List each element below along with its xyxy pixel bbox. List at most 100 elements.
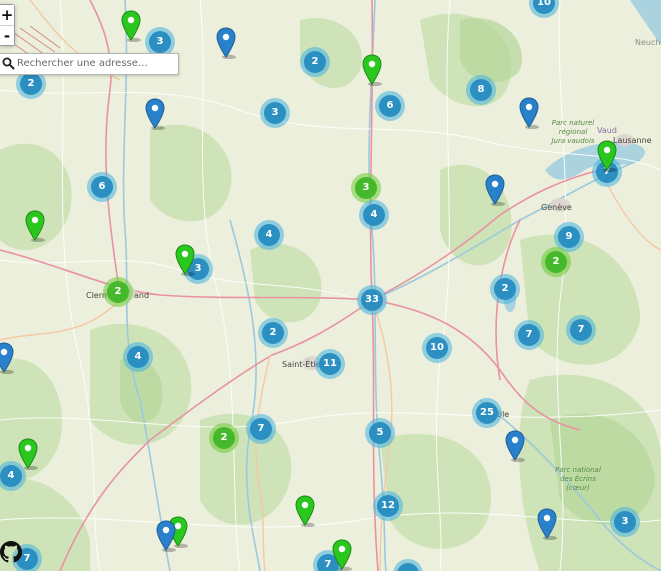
place-label-neuchatel: Neuchâ bbox=[635, 38, 661, 47]
map-pin-icon bbox=[25, 210, 45, 242]
map-pin-marker-green[interactable] bbox=[174, 244, 196, 276]
zoom-in-button[interactable]: + bbox=[0, 5, 14, 25]
zoom-control: + - bbox=[0, 4, 15, 46]
map-pin-icon bbox=[505, 430, 525, 462]
cluster-count: 9 bbox=[558, 226, 580, 248]
cluster-marker[interactable]: 3 bbox=[610, 507, 640, 537]
cluster-count: 8 bbox=[470, 79, 492, 101]
cluster-marker[interactable]: 12 bbox=[373, 491, 403, 521]
map-pin-marker-blue[interactable] bbox=[0, 342, 15, 374]
map-viewport[interactable]: Clerm and Saint-Étien ble Genève Lausann… bbox=[0, 0, 661, 571]
address-search-bar bbox=[0, 53, 179, 75]
park-label-ecrins-2: des Écrins bbox=[560, 474, 596, 483]
cluster-marker[interactable]: 2 bbox=[258, 318, 288, 348]
cluster-marker[interactable]: 3 bbox=[351, 173, 381, 203]
map-pin-icon bbox=[216, 27, 236, 59]
cluster-marker[interactable]: 2 bbox=[103, 277, 133, 307]
cluster-marker[interactable]: 4 bbox=[359, 200, 389, 230]
map-pin-icon bbox=[156, 520, 176, 552]
cluster-count: 6 bbox=[91, 176, 113, 198]
map-pin-icon bbox=[175, 244, 195, 276]
cluster-count: 3 bbox=[355, 177, 377, 199]
map-pin-marker-blue[interactable] bbox=[518, 97, 540, 129]
park-label-jura-3: Jura vaudois bbox=[549, 137, 594, 145]
map-pin-marker-blue[interactable] bbox=[155, 520, 177, 552]
place-label-geneve: Genève bbox=[541, 202, 572, 212]
cluster-marker[interactable]: 7 bbox=[566, 315, 596, 345]
map-pin-icon bbox=[0, 342, 14, 374]
cluster-count: 2 bbox=[494, 278, 516, 300]
cluster-marker[interactable]: 4 bbox=[123, 342, 153, 372]
cluster-count: 11 bbox=[319, 353, 341, 375]
cluster-count: 10 bbox=[533, 0, 555, 14]
cluster-count: 3 bbox=[614, 511, 636, 533]
park-label-ecrins-1: Parc national bbox=[555, 466, 601, 474]
cluster-count: 2 bbox=[107, 281, 129, 303]
cluster-marker[interactable]: 6 bbox=[375, 91, 405, 121]
map-pin-icon bbox=[537, 508, 557, 540]
map-pin-icon bbox=[295, 495, 315, 527]
cluster-marker[interactable]: 7 bbox=[246, 414, 276, 444]
zoom-out-button[interactable]: - bbox=[0, 25, 14, 45]
base-map-tiles: Clerm and Saint-Étien ble Genève Lausann… bbox=[0, 0, 661, 571]
cluster-count: 10 bbox=[426, 337, 448, 359]
map-pin-icon bbox=[145, 98, 165, 130]
cluster-count: 3 bbox=[264, 102, 286, 124]
map-pin-marker-green[interactable] bbox=[294, 495, 316, 527]
place-label-lausanne: Lausanne bbox=[613, 136, 652, 145]
map-pin-icon bbox=[362, 54, 382, 86]
map-pin-marker-green[interactable] bbox=[361, 54, 383, 86]
search-icon bbox=[2, 57, 15, 70]
cluster-count: 2 bbox=[20, 73, 42, 95]
cluster-count: 3 bbox=[149, 31, 171, 53]
map-pin-marker-blue[interactable] bbox=[536, 508, 558, 540]
cluster-marker[interactable]: 11 bbox=[315, 349, 345, 379]
cluster-marker[interactable]: 2 bbox=[209, 423, 239, 453]
cluster-count: 7 bbox=[518, 324, 540, 346]
cluster-count: 25 bbox=[476, 402, 498, 424]
map-pin-marker-blue[interactable] bbox=[504, 430, 526, 462]
map-pin-marker-green[interactable] bbox=[596, 140, 618, 172]
place-label-clermont-right: and bbox=[134, 291, 149, 300]
cluster-marker[interactable]: 3 bbox=[260, 98, 290, 128]
map-pin-marker-blue[interactable] bbox=[484, 174, 506, 206]
map-pin-marker-green[interactable] bbox=[17, 438, 39, 470]
cluster-count: 2 bbox=[262, 322, 284, 344]
address-search-input[interactable] bbox=[17, 55, 175, 71]
map-pin-marker-green[interactable] bbox=[331, 539, 353, 571]
cluster-marker[interactable]: 33 bbox=[357, 285, 387, 315]
map-pin-icon bbox=[332, 539, 352, 571]
cluster-count: 4 bbox=[363, 204, 385, 226]
cluster-marker[interactable]: 2 bbox=[490, 274, 520, 304]
cluster-marker[interactable]: 5 bbox=[365, 418, 395, 448]
cluster-count: 2 bbox=[545, 251, 567, 273]
cluster-count: 7 bbox=[570, 319, 592, 341]
map-pin-marker-green[interactable] bbox=[120, 10, 142, 42]
map-pin-icon bbox=[519, 97, 539, 129]
park-label-ecrins-3: (cœur) bbox=[566, 484, 590, 492]
cluster-marker[interactable]: 8 bbox=[466, 75, 496, 105]
park-label-jura-1: Parc naturel bbox=[552, 119, 595, 127]
map-pin-marker-blue[interactable] bbox=[144, 98, 166, 130]
cluster-marker[interactable]: 7 bbox=[514, 320, 544, 350]
cluster-count: 6 bbox=[379, 95, 401, 117]
cluster-marker[interactable]: 2 bbox=[300, 47, 330, 77]
github-icon[interactable] bbox=[0, 541, 22, 563]
map-pin-marker-blue[interactable] bbox=[215, 27, 237, 59]
cluster-count: 5 bbox=[369, 422, 391, 444]
map-pin-icon bbox=[121, 10, 141, 42]
cluster-count: 33 bbox=[361, 289, 383, 311]
cluster-count: 7 bbox=[250, 418, 272, 440]
cluster-marker[interactable]: 10 bbox=[422, 333, 452, 363]
map-pin-marker-green[interactable] bbox=[24, 210, 46, 242]
cluster-marker[interactable]: 6 bbox=[87, 172, 117, 202]
park-label-jura-2: régional bbox=[559, 128, 588, 136]
map-pin-icon bbox=[18, 438, 38, 470]
map-pin-icon bbox=[485, 174, 505, 206]
cluster-count: 4 bbox=[258, 224, 280, 246]
cluster-count: 4 bbox=[127, 346, 149, 368]
place-label-vaud: Vaud bbox=[597, 126, 617, 135]
cluster-marker[interactable]: 25 bbox=[472, 398, 502, 428]
cluster-marker[interactable]: 4 bbox=[254, 220, 284, 250]
cluster-marker[interactable]: 2 bbox=[541, 247, 571, 277]
